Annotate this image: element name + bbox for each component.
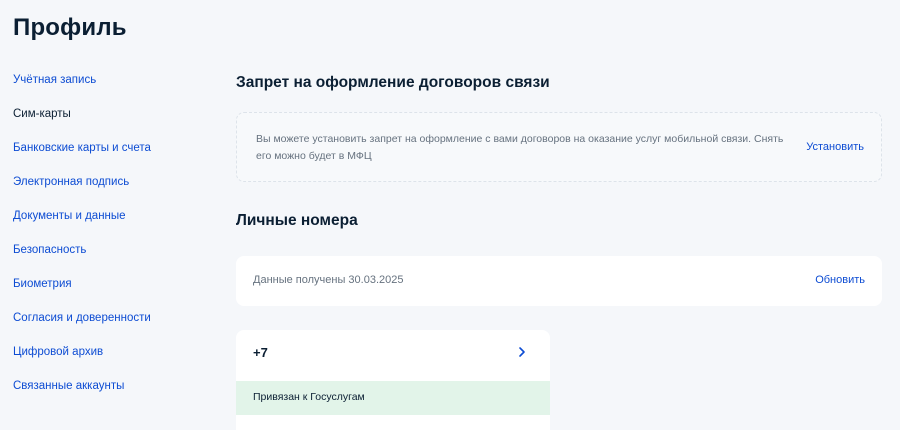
ban-section-title: Запрет на оформление договоров связи — [236, 74, 550, 91]
sidebar-item-consents[interactable]: Согласия и доверенности — [13, 310, 203, 344]
phone-number-card[interactable]: +7 Привязан к Госуслугам — [236, 330, 550, 430]
sidebar-item-digital-archive[interactable]: Цифровой архив — [13, 344, 203, 378]
sidebar-item-biometrics[interactable]: Биометрия — [13, 276, 203, 310]
ban-info-card: Вы можете установить запрет на оформлени… — [236, 112, 882, 182]
refresh-link[interactable]: Обновить — [815, 274, 865, 286]
sidebar-item-sim-cards[interactable]: Сим-карты — [13, 106, 203, 140]
sidebar-item-documents[interactable]: Документы и данные — [13, 208, 203, 242]
sidebar-item-e-signature[interactable]: Электронная подпись — [13, 174, 203, 208]
data-status-card: Данные получены 30.03.2025 Обновить — [236, 256, 882, 306]
page-title: Профиль — [13, 14, 127, 41]
numbers-section-title: Личные номера — [236, 212, 358, 229]
sidebar-item-security[interactable]: Безопасность — [13, 242, 203, 276]
sidebar-item-account[interactable]: Учётная запись — [13, 72, 203, 106]
phone-number: +7 — [253, 345, 268, 360]
set-ban-link[interactable]: Установить — [806, 141, 864, 153]
sidebar-item-bank-cards[interactable]: Банковские карты и счета — [13, 140, 203, 174]
linked-status-badge: Привязан к Госуслугам — [236, 381, 550, 415]
chevron-right-icon[interactable] — [516, 346, 528, 358]
profile-sidebar: Учётная запись Сим-карты Банковские карт… — [13, 72, 203, 412]
linked-status-text: Привязан к Госуслугам — [253, 391, 365, 403]
ban-info-text: Вы можете установить запрет на оформлени… — [256, 133, 784, 162]
data-received-text: Данные получены 30.03.2025 — [253, 274, 404, 286]
sidebar-item-linked-accounts[interactable]: Связанные аккаунты — [13, 378, 203, 412]
